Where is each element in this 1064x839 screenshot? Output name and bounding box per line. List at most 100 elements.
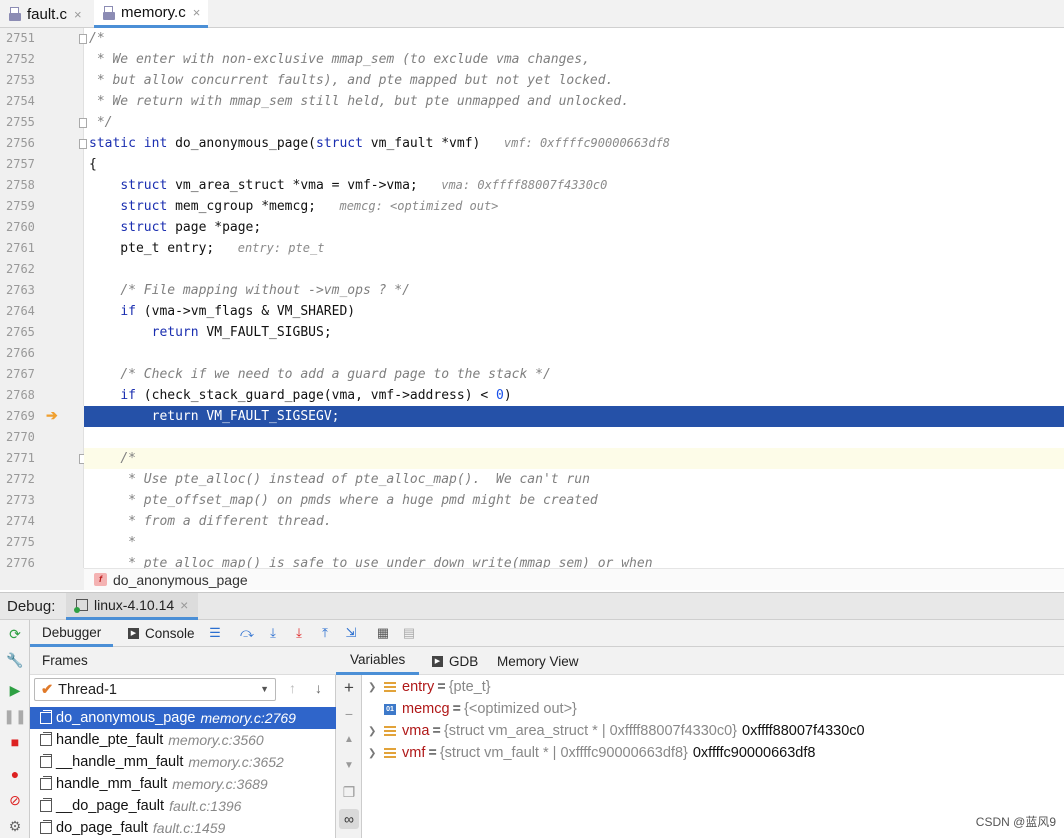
- stop-icon[interactable]: ■: [7, 734, 23, 750]
- close-icon[interactable]: ×: [193, 5, 201, 20]
- line-number[interactable]: 2766: [0, 343, 40, 364]
- resume-icon[interactable]: ▶: [7, 682, 23, 698]
- frame-item[interactable]: __do_page_faultfault.c:1396: [30, 795, 336, 817]
- copy-icon[interactable]: ❐: [342, 785, 356, 799]
- pause-icon[interactable]: ❚❚: [7, 708, 23, 724]
- tab-fault-c[interactable]: fault.c ×: [0, 0, 90, 28]
- code-line[interactable]: if (vma->vm_flags & VM_SHARED): [84, 301, 1064, 322]
- move-up-icon[interactable]: ▲: [342, 733, 356, 747]
- code-line[interactable]: return VM_FAULT_SIGSEGV;: [84, 406, 1064, 427]
- step-out-icon[interactable]: ⤒: [316, 624, 334, 642]
- code-line[interactable]: if (check_stack_guard_page(vma, vmf->add…: [84, 385, 1064, 406]
- evaluate-icon[interactable]: ▦: [374, 624, 392, 642]
- force-step-into-icon[interactable]: ⤓: [290, 624, 308, 642]
- line-number[interactable]: 2760: [0, 217, 40, 238]
- line-number[interactable]: 2775: [0, 532, 40, 553]
- run-to-cursor-icon[interactable]: ⇲: [342, 624, 360, 642]
- variable-row[interactable]: ❯vma={struct vm_area_struct * | 0xffff88…: [362, 720, 865, 742]
- line-number[interactable]: 2759: [0, 196, 40, 217]
- code-editor[interactable]: /* * We enter with non-exclusive mmap_se…: [84, 28, 1064, 568]
- breakpoints-icon[interactable]: ●: [7, 766, 23, 782]
- code-line[interactable]: static int do_anonymous_page(struct vm_f…: [84, 133, 1064, 154]
- line-number[interactable]: 2767: [0, 364, 40, 385]
- settings-icon[interactable]: ⚙: [7, 818, 23, 834]
- code-line[interactable]: /* File mapping without ->vm_ops ? */: [84, 280, 1064, 301]
- tab-memory-c[interactable]: memory.c ×: [94, 0, 208, 28]
- code-line[interactable]: * pte_offset_map() on pmds where a huge …: [84, 490, 1064, 511]
- variable-row[interactable]: ❯vmf={struct vm_fault * | 0xffffc9000066…: [362, 742, 815, 764]
- code-line[interactable]: *: [84, 532, 1064, 553]
- code-line[interactable]: {: [84, 154, 1064, 175]
- menu-icon[interactable]: ☰: [206, 624, 224, 642]
- arrow-up-icon[interactable]: ↑: [289, 680, 296, 696]
- add-icon[interactable]: +: [342, 681, 356, 695]
- code-line[interactable]: /*: [84, 448, 1064, 469]
- code-line[interactable]: * We return with mmap_sem still held, bu…: [84, 91, 1064, 112]
- line-number[interactable]: 2773: [0, 490, 40, 511]
- line-number[interactable]: 2753: [0, 70, 40, 91]
- line-number[interactable]: 2758: [0, 175, 40, 196]
- close-icon[interactable]: ×: [74, 7, 82, 22]
- step-into-icon[interactable]: ⤓: [264, 624, 282, 642]
- code-line[interactable]: * pte_alloc_map() is safe to use under d…: [84, 553, 1064, 568]
- line-number[interactable]: 2752: [0, 49, 40, 70]
- variable-row[interactable]: 01memcg={<optimized out>}: [362, 698, 582, 720]
- code-line[interactable]: * but allow concurrent faults), and pte …: [84, 70, 1064, 91]
- code-line[interactable]: * We enter with non-exclusive mmap_sem (…: [84, 49, 1064, 70]
- frame-item[interactable]: do_page_faultfault.c:1459: [30, 817, 336, 839]
- layout-icon[interactable]: ▤: [400, 624, 418, 642]
- line-number[interactable]: 2754: [0, 91, 40, 112]
- close-icon[interactable]: ×: [180, 597, 188, 613]
- mute-breakpoints-icon[interactable]: ⊘: [7, 792, 23, 808]
- variable-row[interactable]: ❯entry={pte_t}: [362, 676, 496, 698]
- line-number[interactable]: 2761: [0, 238, 40, 259]
- frame-item[interactable]: do_anonymous_pagememory.c:2769: [30, 707, 336, 729]
- frame-item[interactable]: handle_pte_faultmemory.c:3560: [30, 729, 336, 751]
- tab-variables[interactable]: Variables: [336, 647, 419, 675]
- thread-select[interactable]: ✔ Thread-1 ▼: [34, 678, 276, 701]
- tab-gdb[interactable]: ▶ GDB: [432, 647, 478, 675]
- code-line[interactable]: [84, 427, 1064, 448]
- chevron-right-icon[interactable]: ❯: [368, 748, 380, 759]
- line-number[interactable]: 2771: [0, 448, 40, 469]
- code-line[interactable]: * Use pte_alloc() instead of pte_alloc_m…: [84, 469, 1064, 490]
- code-line[interactable]: /*: [84, 28, 1064, 49]
- line-number[interactable]: 2768: [0, 385, 40, 406]
- arrow-down-icon[interactable]: ↓: [315, 680, 322, 696]
- line-number[interactable]: 2769: [0, 406, 40, 427]
- line-number[interactable]: 2756: [0, 133, 40, 154]
- code-line[interactable]: pte_t entry; entry: pte_t: [84, 238, 1064, 259]
- code-line[interactable]: struct mem_cgroup *memcg; memcg: <optimi…: [84, 196, 1064, 217]
- code-line[interactable]: [84, 259, 1064, 280]
- line-number[interactable]: 2774: [0, 511, 40, 532]
- chevron-right-icon[interactable]: ❯: [368, 682, 380, 693]
- line-number[interactable]: 2755: [0, 112, 40, 133]
- line-number[interactable]: 2762: [0, 259, 40, 280]
- wrench-icon[interactable]: 🔧: [7, 652, 23, 668]
- line-number-gutter[interactable]: 2751275227532754275527562757275827592760…: [0, 28, 84, 568]
- line-number[interactable]: 2765: [0, 322, 40, 343]
- code-line[interactable]: * from a different thread.: [84, 511, 1064, 532]
- tab-debugger[interactable]: Debugger: [30, 620, 113, 647]
- tab-console[interactable]: ▶ Console: [128, 620, 195, 647]
- code-line[interactable]: */: [84, 112, 1064, 133]
- rerun-icon[interactable]: ⟳: [7, 626, 23, 642]
- breadcrumb[interactable]: f do_anonymous_page: [84, 568, 1064, 590]
- frame-item[interactable]: handle_mm_faultmemory.c:3689: [30, 773, 336, 795]
- line-number[interactable]: 2770: [0, 427, 40, 448]
- code-line[interactable]: struct vm_area_struct *vma = vmf->vma; v…: [84, 175, 1064, 196]
- code-line[interactable]: [84, 343, 1064, 364]
- code-line[interactable]: struct page *page;: [84, 217, 1064, 238]
- debug-session-tab[interactable]: linux-4.10.14 ×: [66, 593, 198, 620]
- line-number[interactable]: 2757: [0, 154, 40, 175]
- frame-item[interactable]: __handle_mm_faultmemory.c:3652: [30, 751, 336, 773]
- tab-memory-view[interactable]: Memory View: [497, 647, 579, 675]
- chevron-right-icon[interactable]: ❯: [368, 726, 380, 737]
- code-line[interactable]: /* Check if we need to add a guard page …: [84, 364, 1064, 385]
- line-number[interactable]: 2751: [0, 28, 40, 49]
- move-down-icon[interactable]: ▼: [342, 759, 356, 773]
- step-over-icon[interactable]: ⤼: [238, 624, 256, 642]
- line-number[interactable]: 2764: [0, 301, 40, 322]
- glasses-icon[interactable]: ∞: [339, 809, 359, 829]
- line-number[interactable]: 2772: [0, 469, 40, 490]
